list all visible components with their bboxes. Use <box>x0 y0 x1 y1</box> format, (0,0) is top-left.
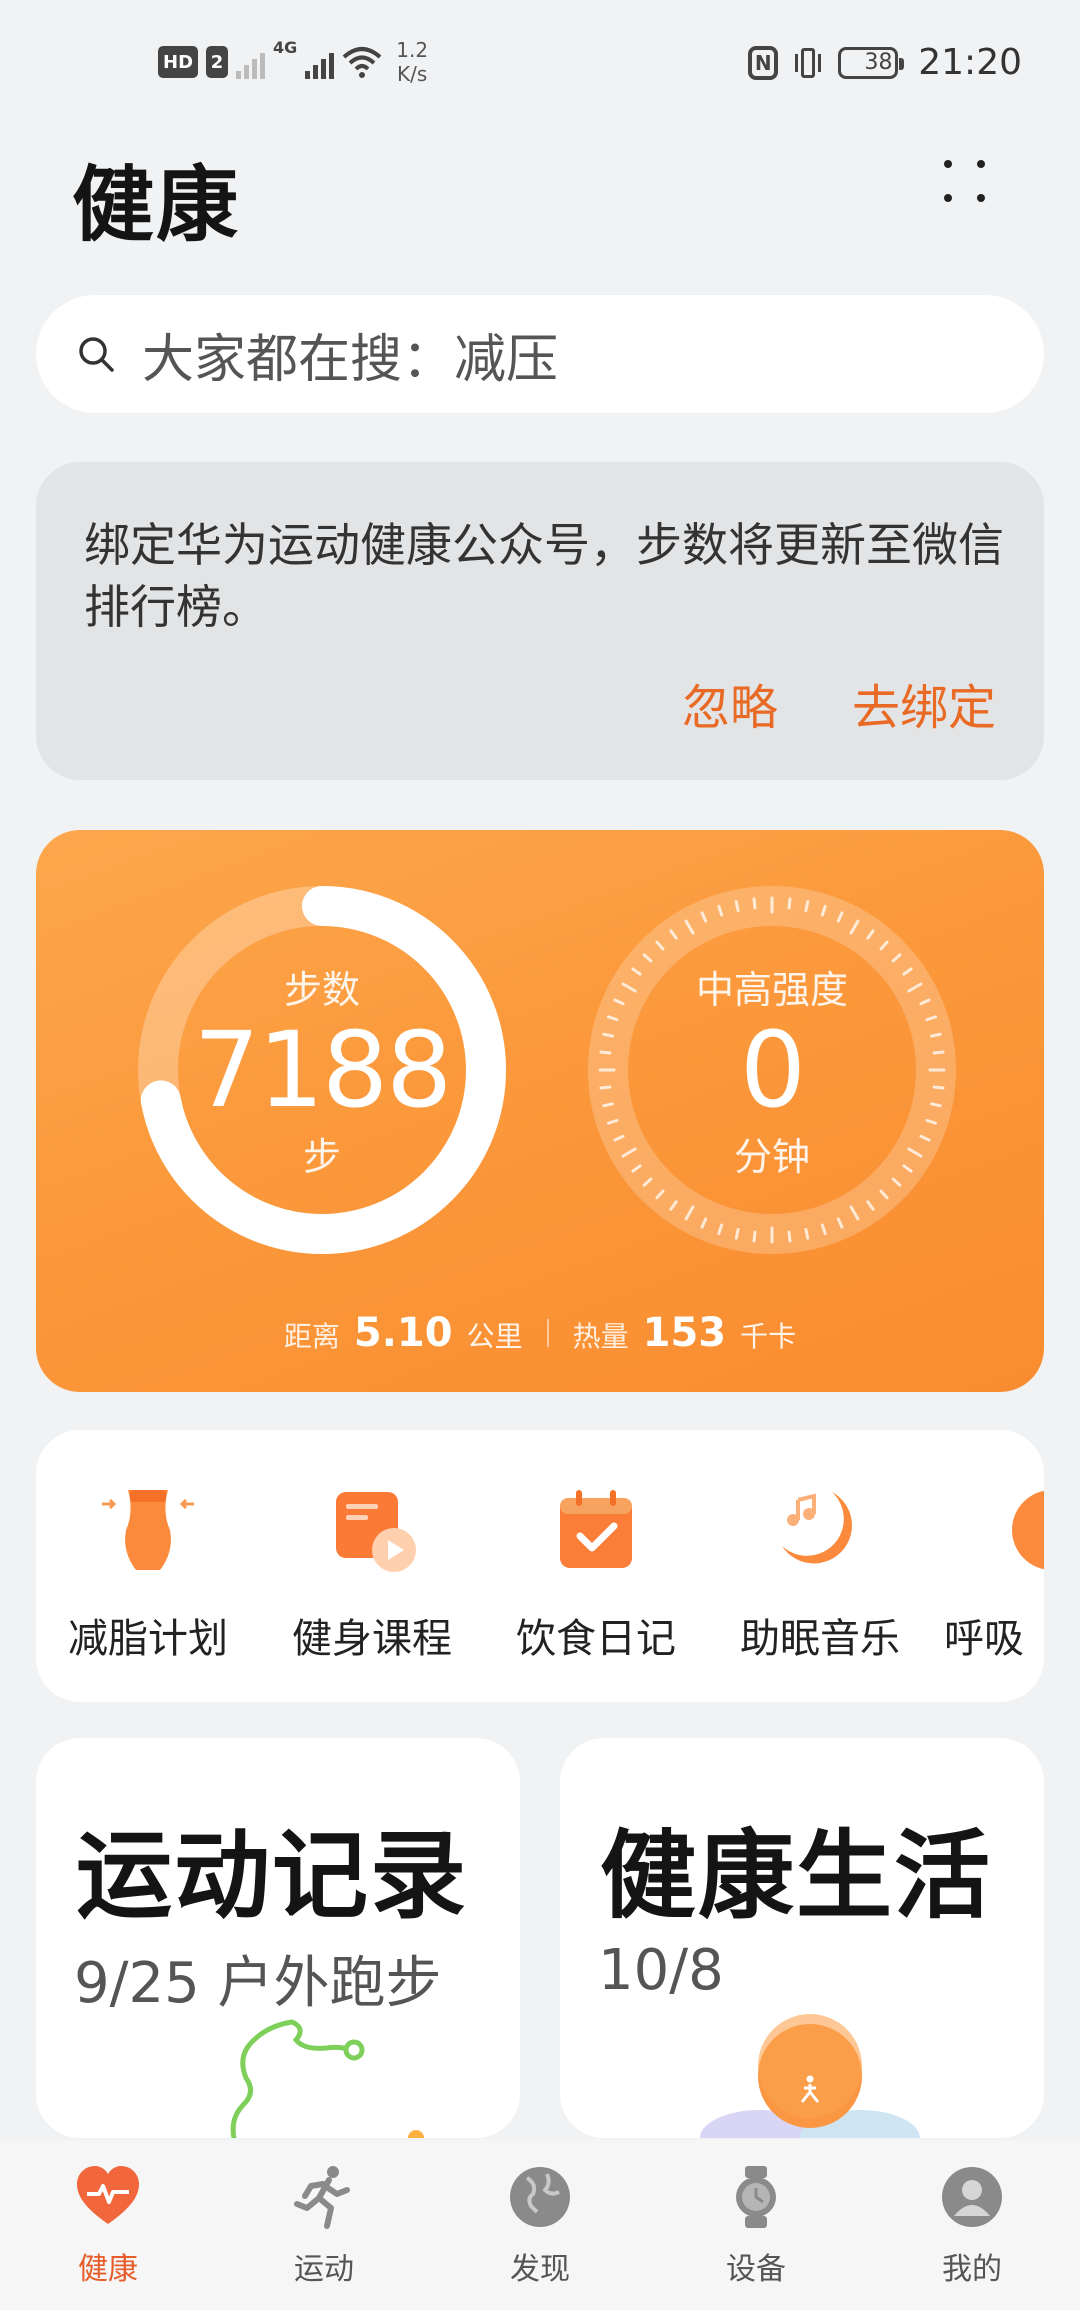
nav-me[interactable]: 我的 <box>892 2164 1052 2288</box>
breath-icon <box>1012 1490 1044 1570</box>
card-title: 运动记录 <box>76 1820 468 1932</box>
nav-label: 我的 <box>942 2252 1002 2287</box>
intensity-label: 中高强度 <box>695 968 848 1012</box>
steps-unit: 步 <box>302 1135 341 1179</box>
nav-exercise[interactable]: 运动 <box>244 2164 404 2288</box>
steps-label: 步数 <box>283 968 360 1012</box>
healthy-life-illustration <box>700 2014 920 2138</box>
wifi-icon <box>342 47 382 78</box>
health-app-screen: HD 2 4G 1.2 K/s N 38 21:20 健康 大家都在搜：减压 绑… <box>0 0 1080 2310</box>
steps-ring: 步数 7188 步 <box>132 880 512 1260</box>
card-title: 健康生活 <box>600 1820 992 1932</box>
distance-unit: 公里 <box>466 1320 523 1353</box>
signal-weak-icon <box>236 45 266 79</box>
banner-message: 绑定华为运动健康公众号，步数将更新至微信排行榜。 <box>84 518 1004 634</box>
distance-value: 5.10 <box>353 1310 453 1356</box>
nav-health[interactable]: 健康 <box>28 2164 188 2288</box>
intensity-unit: 分钟 <box>733 1135 810 1179</box>
intensity-value: 0 <box>739 1009 806 1131</box>
exercise-record-card[interactable]: 运动记录 9/25 户外跑步 <box>36 1738 520 2138</box>
activity-summary-card[interactable]: 步数 7188 步 中高强度 0 分钟 距离 5.10 公里 热量 153 千卡 <box>36 830 1044 1392</box>
tool-sleep-music[interactable]: 助眠音乐 <box>720 1482 920 1664</box>
tool-fat-loss-plan[interactable]: 减脂计划 <box>48 1482 248 1664</box>
steps-value: 7188 <box>193 1009 453 1131</box>
status-bar: HD 2 4G 1.2 K/s N 38 21:20 <box>0 30 1080 96</box>
moon-music-icon <box>782 1492 852 1564</box>
clock: 21:20 <box>918 42 1022 83</box>
waist-icon <box>102 1490 194 1570</box>
card-subtitle: 10/8 <box>598 1938 724 2003</box>
battery-icon: 38 <box>838 46 905 79</box>
status-right: N 38 21:20 <box>748 42 1022 83</box>
activity-totals: 距离 5.10 公里 热量 153 千卡 <box>36 1310 1044 1356</box>
network-speed: 1.2 K/s <box>396 38 429 86</box>
steps-ring-content: 步数 7188 步 <box>132 880 512 1260</box>
search-placeholder: 大家都在搜：减压 <box>142 329 559 390</box>
course-play-icon <box>336 1492 416 1572</box>
tool-label: 饮食日记 <box>516 1616 676 1662</box>
nav-label: 健康 <box>78 2252 138 2287</box>
hd-icon: HD <box>158 46 199 78</box>
bottom-navigation: 健康 运动 发现 设备 我的 <box>0 2140 1080 2310</box>
intensity-ring: 中高强度 0 分钟 <box>582 880 962 1260</box>
calories-value: 153 <box>642 1310 727 1356</box>
tool-label: 呼吸 <box>944 1616 1024 1662</box>
vibrate-icon <box>792 46 824 80</box>
more-grid-icon[interactable] <box>944 160 992 208</box>
calendar-check-icon <box>560 1490 632 1568</box>
nav-device[interactable]: 设备 <box>676 2164 836 2288</box>
network-type: 4G <box>273 38 298 57</box>
tool-label: 减脂计划 <box>68 1616 228 1662</box>
watch-icon <box>736 2166 776 2228</box>
run-route-map <box>230 2019 424 2138</box>
heart-pulse-icon <box>77 2166 139 2224</box>
sim-2-icon: 2 <box>206 46 229 78</box>
intensity-ring-content: 中高强度 0 分钟 <box>582 880 962 1260</box>
nav-discover[interactable]: 发现 <box>460 2164 620 2288</box>
wechat-bind-banner: 绑定华为运动健康公众号，步数将更新至微信排行榜。 忽略 去绑定 <box>36 462 1044 780</box>
tool-fitness-course[interactable]: 健身课程 <box>272 1482 472 1664</box>
card-subtitle: 9/25 户外跑步 <box>74 1951 442 2016</box>
status-left: HD 2 4G 1.2 K/s <box>158 38 428 86</box>
divider <box>546 1319 549 1347</box>
user-icon <box>942 2167 1002 2227</box>
tool-diet-diary[interactable]: 饮食日记 <box>496 1482 696 1664</box>
tool-label: 健身课程 <box>292 1616 452 1662</box>
nav-label: 设备 <box>726 2252 786 2287</box>
banner-actions: 忽略 去绑定 <box>682 668 996 738</box>
signal-icon <box>305 45 335 79</box>
page-title: 健康 <box>72 158 241 253</box>
calories-label: 热量 <box>572 1320 629 1353</box>
ignore-button[interactable]: 忽略 <box>682 668 778 738</box>
globe-icon <box>510 2167 570 2227</box>
distance-label: 距离 <box>283 1320 340 1353</box>
nav-label: 发现 <box>510 2252 570 2287</box>
bind-button[interactable]: 去绑定 <box>852 668 996 738</box>
search-icon <box>79 337 114 372</box>
battery-level: 38 <box>864 50 893 75</box>
nav-label: 运动 <box>294 2252 354 2287</box>
calories-unit: 千卡 <box>740 1320 797 1353</box>
running-icon <box>294 2166 350 2229</box>
healthy-life-card[interactable]: 健康生活 10/8 <box>560 1738 1044 2138</box>
search-bar[interactable]: 大家都在搜：减压 <box>36 295 1044 413</box>
nfc-icon: N <box>748 45 779 80</box>
tool-breathing[interactable]: 呼吸 <box>944 1482 1044 1664</box>
quick-tools-strip: 减脂计划 健身课程 饮食日记 助眠音乐 呼吸 <box>36 1430 1044 1702</box>
tool-label: 助眠音乐 <box>740 1616 900 1662</box>
